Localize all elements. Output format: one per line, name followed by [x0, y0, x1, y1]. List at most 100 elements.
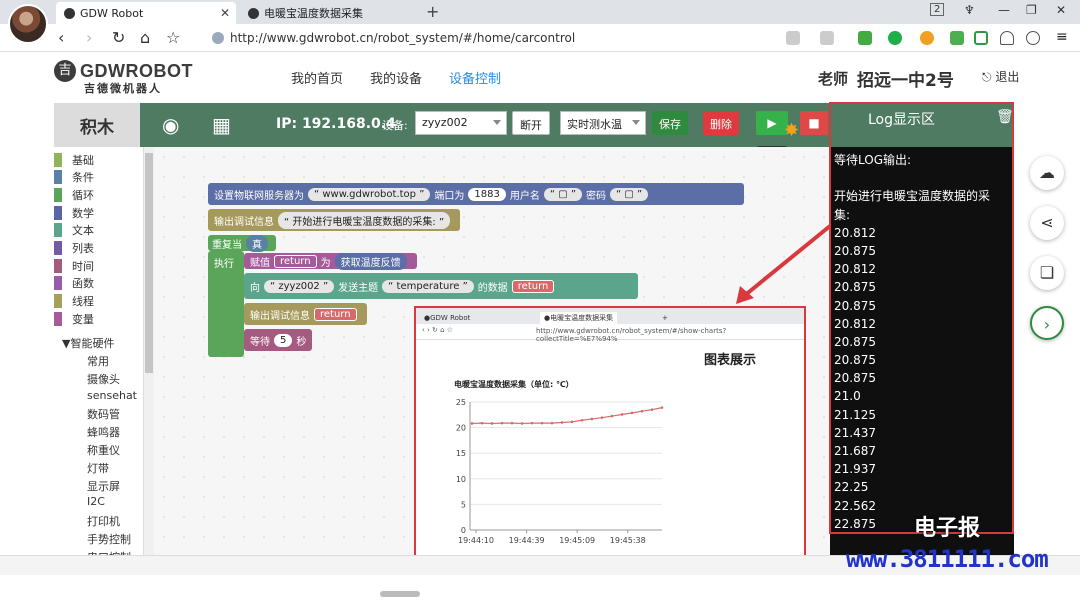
hardware-item[interactable]: 摄像头: [87, 371, 120, 387]
block-repeat[interactable]: 重复当 真: [208, 234, 276, 252]
minimize-icon[interactable]: —: [998, 3, 1010, 17]
logout-button[interactable]: ⎋ 退出: [982, 68, 1019, 85]
port-slot[interactable]: 1883: [468, 187, 506, 201]
block-wait[interactable]: 等待 5 秒: [244, 329, 313, 351]
ip-address: IP: 192.168.0.4: [276, 116, 396, 132]
close-icon[interactable]: ✕: [220, 6, 230, 20]
hardware-item[interactable]: 打印机: [87, 513, 120, 529]
close-window-icon[interactable]: ✕: [1056, 3, 1066, 17]
category-item[interactable]: 基础: [54, 151, 94, 168]
extension-icon[interactable]: [888, 31, 902, 45]
tab-label: 电暖宝温度数据采集: [264, 7, 363, 20]
category-item[interactable]: 文本: [54, 222, 94, 239]
category-label: 基础: [72, 153, 94, 167]
shield-icon[interactable]: [920, 31, 934, 45]
category-item[interactable]: 列表: [54, 240, 94, 257]
mode-select[interactable]: 实时测水温: [560, 111, 646, 135]
tab-count[interactable]: 2: [930, 3, 945, 16]
site-info-icon[interactable]: [212, 32, 224, 44]
disconnect-button[interactable]: 断开: [512, 111, 550, 135]
block-text: 设置物联网服务器为: [214, 190, 304, 202]
hardware-item[interactable]: 常用: [87, 353, 109, 369]
debug-msg-slot[interactable]: “ 开始进行电暖宝温度数据的采集: ”: [278, 211, 451, 229]
scissors-icon[interactable]: [858, 31, 872, 45]
tab-gdw-robot[interactable]: GDW Robot ✕: [56, 2, 236, 24]
hardware-item[interactable]: sensehat: [87, 389, 137, 402]
get-temp-slot[interactable]: 获取温度反馈: [334, 252, 407, 270]
category-swatch: [54, 152, 62, 167]
hardware-header[interactable]: ▼智能硬件: [62, 335, 114, 351]
block-text: 秒: [296, 336, 307, 348]
cloud-upload-button[interactable]: ☁: [1030, 156, 1064, 190]
watermark-url: www.3811111.com: [846, 545, 1049, 573]
block-debug-output[interactable]: 输出调试信息 “ 开始进行电暖宝温度数据的采集: ”: [208, 209, 461, 231]
topic-slot[interactable]: “ temperature ”: [382, 279, 474, 293]
var-return[interactable]: return: [274, 254, 317, 268]
host-slot[interactable]: “ www.gdwrobot.top ”: [308, 187, 431, 201]
hardware-item[interactable]: 显示屏: [87, 478, 120, 494]
avatar[interactable]: [8, 4, 48, 44]
scrollbar-thumb[interactable]: [145, 153, 153, 373]
menu-my-devices[interactable]: 我的设备: [370, 68, 422, 87]
workspace-scrollbar[interactable]: [380, 591, 420, 597]
block-mqtt-server[interactable]: 设置物联网服务器为 “ www.gdwrobot.top ” 端口为 1883 …: [208, 183, 744, 205]
more-icon[interactable]: ≡: [1056, 30, 1070, 45]
delete-button[interactable]: 删除: [703, 111, 739, 135]
reload-icon[interactable]: ↻: [112, 28, 125, 47]
apps-icon[interactable]: [950, 31, 964, 45]
site-logo[interactable]: 吉 GDWROBOT: [54, 60, 193, 82]
chart-highlight-box: [414, 306, 806, 564]
block-send-topic[interactable]: 向 “ zyyz002 ” 发送主题 “ temperature ” 的数据 r…: [244, 273, 638, 299]
category-item[interactable]: 时间: [54, 257, 94, 274]
restore-icon[interactable]: ❐: [1026, 3, 1037, 17]
hardware-item[interactable]: 灯带: [87, 460, 109, 476]
wait-slot[interactable]: 5: [274, 333, 293, 347]
category-label: 变量: [72, 312, 94, 326]
user-slot[interactable]: “ ▢ ”: [543, 187, 583, 201]
home-icon[interactable]: ⌂: [140, 28, 150, 47]
forward-icon[interactable]: ›: [86, 28, 92, 47]
category-scrollbar[interactable]: [144, 147, 154, 555]
hardware-item[interactable]: 蜂鸣器: [87, 424, 120, 440]
category-item[interactable]: 函数: [54, 275, 94, 292]
hardware-item[interactable]: I2C: [87, 495, 105, 508]
next-button[interactable]: ›: [1030, 306, 1064, 340]
block-repeat-body[interactable]: 执行: [208, 251, 244, 357]
pass-slot[interactable]: “ ▢ ”: [610, 187, 649, 201]
var-return[interactable]: return: [511, 279, 555, 293]
back-icon[interactable]: ‹: [58, 28, 64, 47]
true-slot[interactable]: 真: [246, 234, 268, 252]
block-debug-return[interactable]: 输出调试信息 return: [244, 303, 367, 325]
category-item[interactable]: 条件: [54, 169, 94, 186]
copy-button[interactable]: ❏: [1030, 256, 1064, 290]
lightning-icon[interactable]: [820, 31, 834, 45]
hardware-item[interactable]: 称重仪: [87, 442, 120, 458]
battery-icon[interactable]: [974, 31, 988, 45]
device-slot[interactable]: “ zyyz002 ”: [264, 279, 335, 293]
category-item[interactable]: 线程: [54, 293, 94, 310]
stop-button[interactable]: ■: [800, 111, 828, 135]
hardware-item[interactable]: 数码管: [87, 406, 120, 422]
device-select[interactable]: zyyz002: [415, 111, 507, 135]
tab-chart[interactable]: 电暖宝温度数据采集: [240, 2, 420, 24]
var-return[interactable]: return: [314, 307, 357, 321]
menu-device-control[interactable]: 设备控制: [449, 68, 501, 87]
headphone-icon[interactable]: [1000, 31, 1014, 45]
grid-icon[interactable]: ▦: [212, 113, 231, 137]
star-icon[interactable]: ☆: [166, 28, 180, 47]
menu-home[interactable]: 我的首页: [291, 68, 343, 87]
shirt-icon[interactable]: ♆: [964, 3, 975, 17]
category-item[interactable]: 数学: [54, 204, 94, 221]
undo-icon[interactable]: [1026, 31, 1040, 45]
save-button[interactable]: 保存: [652, 111, 688, 135]
camera-icon[interactable]: ◉: [162, 113, 179, 137]
grid-icon[interactable]: [786, 31, 800, 45]
block-assign[interactable]: 赋值 return 为 获取温度反馈: [244, 252, 417, 270]
hardware-item[interactable]: 手势控制: [87, 531, 131, 547]
share-button[interactable]: ⋖: [1030, 206, 1064, 240]
category-item[interactable]: 变量: [54, 310, 94, 327]
stop-icon: ■: [808, 116, 820, 130]
url-input[interactable]: http://www.gdwrobot.cn/robot_system/#/ho…: [230, 31, 575, 45]
new-tab-button[interactable]: +: [426, 2, 439, 21]
category-item[interactable]: 循环: [54, 186, 94, 203]
